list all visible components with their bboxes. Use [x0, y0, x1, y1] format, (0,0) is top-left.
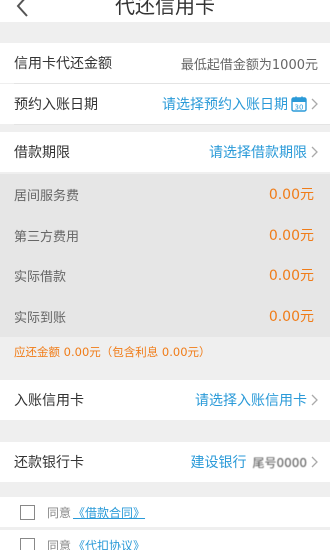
- loan-term-link: 请选择借款期限: [209, 145, 307, 161]
- loan-term-row[interactable]: 借款期限 请选择借款期限: [0, 132, 330, 172]
- agreement-debit-protocol: 同意 《代扣协议》: [0, 530, 330, 550]
- credit-card-select[interactable]: 请选择入账信用卡: [195, 390, 318, 410]
- bank-name: 建设银行: [190, 455, 247, 471]
- fee-row-third-party: 第三方费用 0.00元: [0, 215, 330, 255]
- fee-label: 第三方费用: [14, 229, 80, 245]
- fee-value: 0.00元: [268, 187, 314, 203]
- chevron-right-icon: [311, 456, 318, 468]
- fee-row-service: 居间服务费 0.00元: [0, 174, 330, 214]
- loan-amount-label: 信用卡代还金额: [14, 56, 112, 72]
- entry-date-link: 请选择预约入账日期: [162, 97, 288, 113]
- fee-label: 实际到账: [14, 310, 67, 326]
- fee-label: 实际借款: [14, 269, 67, 285]
- agree-prefix: 同意: [47, 538, 72, 550]
- repay-bank-label: 还款银行卡: [14, 455, 84, 471]
- agree-prefix: 同意: [47, 505, 72, 520]
- agreement-loan-contract: 同意 《借款合同》: [0, 497, 330, 527]
- repayment-summary: 应还金额 0.00元（包含利息 0.00元）: [0, 338, 330, 366]
- repay-bank-row[interactable]: 还款银行卡 建设银行 尾号0000: [0, 442, 330, 482]
- agree-checkbox[interactable]: [20, 504, 35, 520]
- fee-row-actual-loan: 实际借款 0.00元: [0, 255, 330, 295]
- agree-checkbox[interactable]: [20, 537, 35, 550]
- fee-row-actual-received: 实际到账 0.00元: [0, 296, 330, 336]
- chevron-right-icon: [311, 98, 318, 110]
- divider: [14, 124, 330, 125]
- debit-protocol-link[interactable]: 《代扣协议》: [73, 537, 145, 550]
- entry-date-label: 预约入账日期: [14, 97, 98, 113]
- fee-value: 0.00元: [268, 309, 314, 325]
- calendar-icon-day: 30: [295, 104, 304, 112]
- calendar-icon: 30: [291, 96, 307, 112]
- loan-term-select[interactable]: 请选择借款期限: [209, 142, 318, 162]
- fee-label: 居间服务费: [14, 188, 80, 204]
- chevron-right-icon: [311, 394, 318, 406]
- repay-bank-select[interactable]: 建设银行 尾号0000: [190, 452, 318, 472]
- fee-value: 0.00元: [268, 228, 314, 244]
- loan-term-label: 借款期限: [14, 145, 70, 161]
- loan-amount-hint[interactable]: 最低起借金额为1000元: [181, 54, 318, 73]
- entry-date-row[interactable]: 预约入账日期 请选择预约入账日期 30: [0, 84, 330, 124]
- masked-card-number: 尾号0000: [252, 455, 307, 470]
- fee-value: 0.00元: [268, 268, 314, 284]
- entry-date-select[interactable]: 请选择预约入账日期 30: [162, 94, 318, 114]
- page-title: 代还信用卡: [115, 0, 215, 18]
- chevron-right-icon: [311, 146, 318, 158]
- loan-amount-row[interactable]: 信用卡代还金额 最低起借金额为1000元: [0, 43, 330, 83]
- credit-card-link: 请选择入账信用卡: [195, 393, 307, 409]
- credit-card-row[interactable]: 入账信用卡 请选择入账信用卡: [0, 380, 330, 420]
- loan-contract-link[interactable]: 《借款合同》: [73, 504, 145, 521]
- credit-card-label: 入账信用卡: [14, 393, 84, 409]
- nav-header: 代还信用卡: [0, 0, 330, 22]
